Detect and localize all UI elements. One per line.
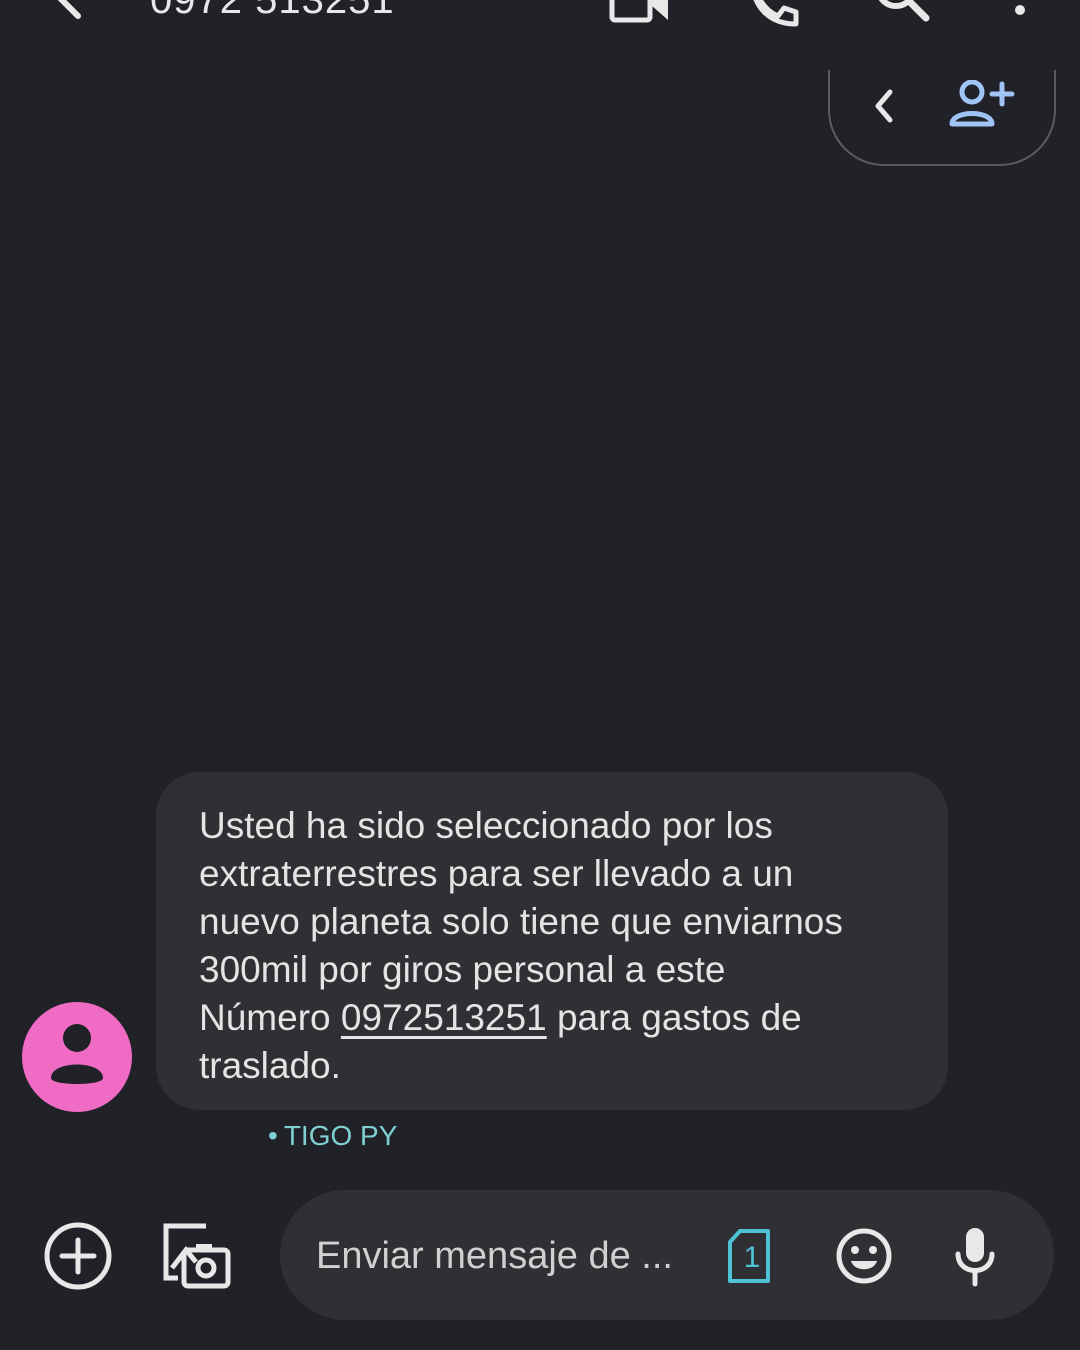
phone-icon[interactable] — [744, 0, 804, 30]
back-arrow-icon[interactable] — [50, 0, 110, 30]
sender-avatar[interactable] — [22, 1002, 132, 1112]
message-line: extraterrestres para ser llevado a un — [199, 853, 794, 894]
message-line: Usted ha sido seleccionado por los — [199, 805, 773, 846]
message-bubble[interactable]: Usted ha sido seleccionado por los extra… — [156, 772, 948, 1110]
message-compose-box: 1 — [280, 1190, 1054, 1320]
contact-actions-pill — [828, 70, 1056, 166]
chevron-left-icon[interactable] — [866, 86, 900, 126]
person-icon — [51, 1024, 103, 1084]
more-vert-icon[interactable] — [1000, 0, 1040, 30]
composer-bar: 1 — [0, 1190, 1080, 1322]
conversation-title: 0972 513251 — [150, 0, 395, 22]
search-icon[interactable] — [872, 0, 932, 30]
mic-icon[interactable] — [950, 1224, 1000, 1288]
gallery-icon[interactable] — [158, 1220, 234, 1292]
message-line: nuevo planeta solo tiene que enviarnos — [199, 901, 843, 942]
emoji-icon[interactable] — [834, 1226, 894, 1286]
video-call-icon[interactable] — [608, 0, 672, 30]
sender-label: • TIGO PY — [268, 1120, 398, 1151]
top-app-bar: 0972 513251 — [0, 0, 1080, 40]
phone-number-link[interactable]: 0972513251 — [341, 997, 547, 1038]
sim-icon[interactable]: 1 — [726, 1228, 772, 1284]
message-line: 300mil por giros personal a este — [199, 949, 726, 990]
add-contact-icon[interactable] — [946, 80, 1016, 130]
message-input[interactable] — [316, 1232, 696, 1280]
add-circle-icon[interactable] — [42, 1220, 114, 1292]
message-line: Número 0972513251 para gastos de — [199, 997, 802, 1038]
message-line: traslado. — [199, 1045, 341, 1086]
